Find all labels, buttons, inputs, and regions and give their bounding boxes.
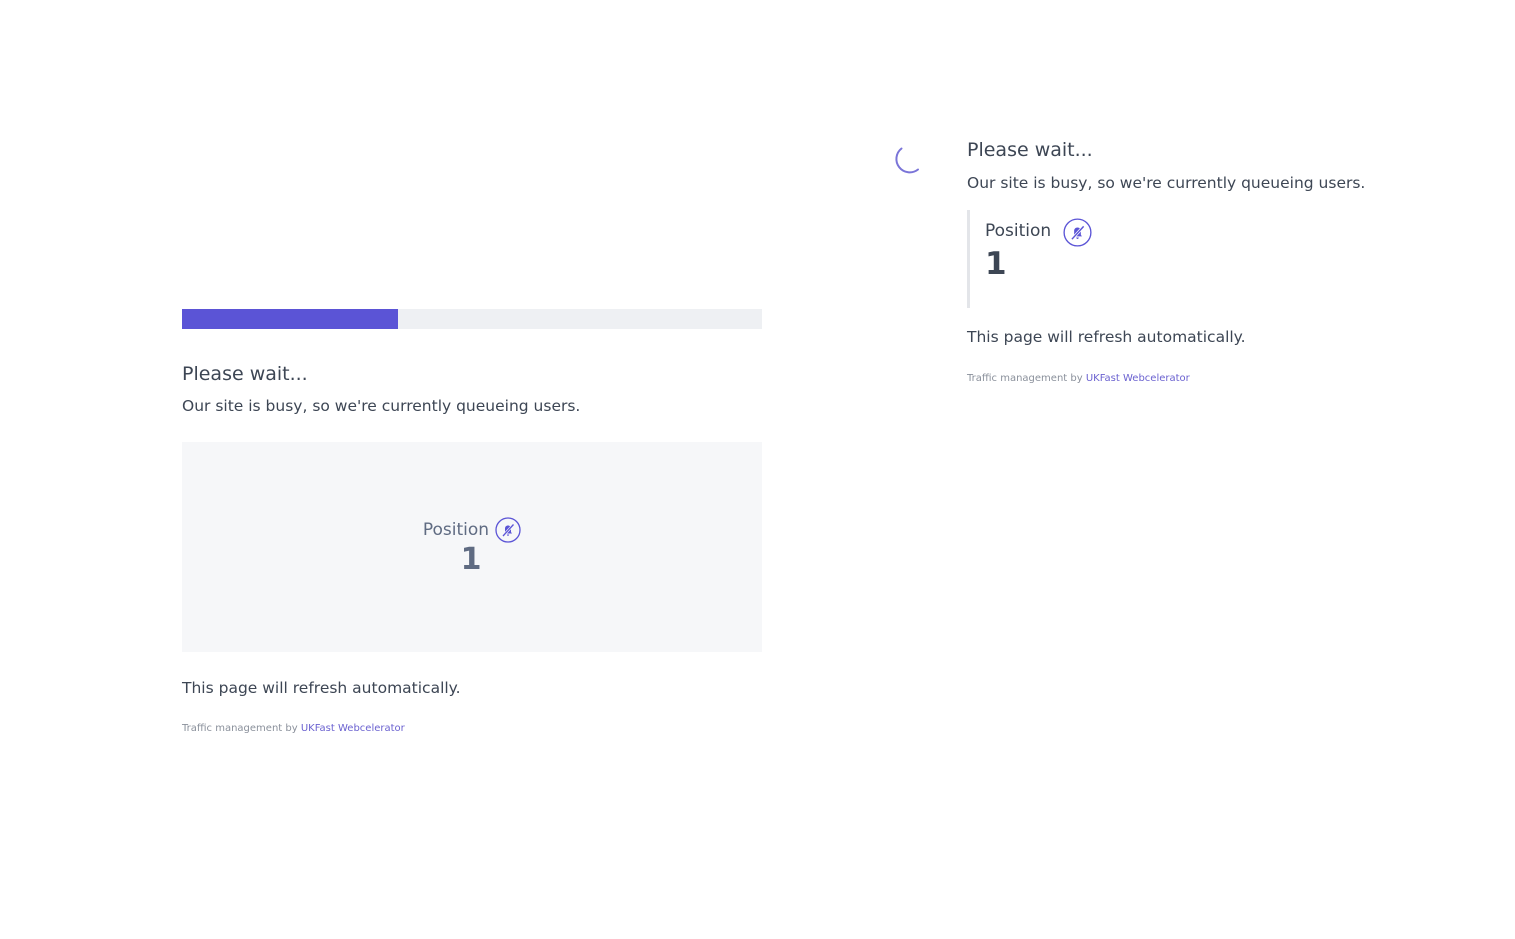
- footer-prefix: Traffic management by: [967, 373, 1083, 384]
- right-queue-panel: Please wait... Our site is busy, so we'r…: [967, 136, 1467, 386]
- webcelerator-link[interactable]: UKFast Webcelerator: [1086, 373, 1190, 384]
- footer: Traffic management by UKFast Webcelerato…: [967, 372, 1467, 386]
- left-queue-panel: Please wait... Our site is busy, so we'r…: [182, 309, 762, 736]
- refresh-notice: This page will refresh automatically.: [182, 679, 461, 697]
- spinner-icon: [891, 141, 925, 175]
- bell-off-icon[interactable]: [495, 517, 521, 543]
- position-card: Position 1: [182, 442, 762, 652]
- busy-message: Our site is busy, so we're currently que…: [182, 397, 581, 415]
- position-header: Position: [423, 517, 521, 543]
- page-title: Please wait...: [182, 363, 308, 385]
- footer-prefix: Traffic management by: [182, 723, 298, 734]
- busy-message: Our site is busy, so we're currently que…: [967, 174, 1366, 192]
- queue-progress-fill: [182, 309, 398, 329]
- webcelerator-link[interactable]: UKFast Webcelerator: [301, 723, 405, 734]
- position-header: Position: [985, 218, 1467, 247]
- position-label: Position: [422, 520, 490, 540]
- position-number: 1: [985, 246, 1007, 282]
- position-number: 1: [460, 542, 482, 577]
- queue-page: Please wait... Our site is busy, so we'r…: [0, 0, 1515, 939]
- footer: Traffic management by UKFast Webcelerato…: [182, 722, 762, 736]
- position-label: Position: [985, 221, 1052, 241]
- queue-progress-bar: [182, 309, 762, 329]
- page-title: Please wait...: [967, 139, 1093, 161]
- position-block: Position 1: [967, 210, 1467, 308]
- refresh-notice: This page will refresh automatically.: [967, 328, 1246, 346]
- bell-off-icon[interactable]: [1063, 218, 1092, 247]
